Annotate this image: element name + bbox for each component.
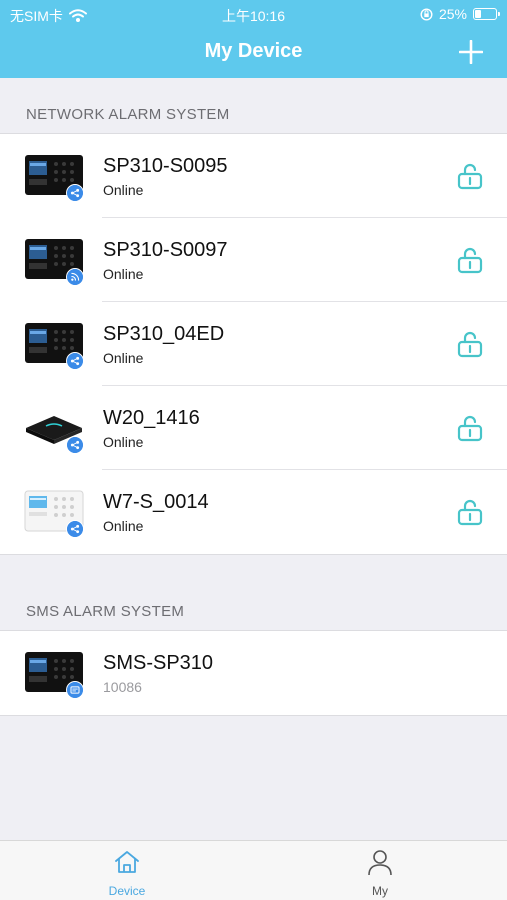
unlocked-icon[interactable] [455,413,485,443]
device-row[interactable]: SMS-SP310 10086 [0,631,507,715]
battery-icon [473,8,500,20]
unlocked-icon[interactable] [455,245,485,275]
unlocked-icon[interactable] [455,497,485,527]
device-row[interactable]: SP310-S0097 Online [0,218,507,302]
device-row[interactable]: SP310-S0095 Online [0,134,507,218]
share-icon [66,352,84,370]
status-bar: 无SIM卡 上午10:16 25% [0,0,507,28]
device-name: SP310-S0095 [103,155,228,177]
section-header-network: NETWORK ALARM SYSTEM [26,106,230,123]
device-name: SP310-S0097 [103,239,228,261]
home-icon [115,851,139,873]
device-phone-number: 10086 [103,679,142,695]
plus-icon[interactable] [459,40,483,64]
device-row[interactable]: W7-S_0014 Online [0,470,507,554]
page-title: My Device [204,40,303,62]
device-name: SMS-SP310 [103,652,214,674]
tab-my-label: My [372,884,388,898]
tab-my[interactable]: My [320,841,440,900]
device-status: Online [103,518,144,534]
device-status: Online [103,434,144,450]
device-status: Online [103,266,144,282]
network-device-list: SP310-S0095 Online SP310-S0097 Online SP… [0,133,507,555]
section-header-sms: SMS ALARM SYSTEM [26,603,185,620]
share-icon [66,520,84,538]
share-icon [66,436,84,454]
sms-device-list: SMS-SP310 10086 [0,630,507,716]
sms-icon [66,681,84,699]
tab-device-label: Device [108,884,146,898]
orientation-lock-icon [420,7,433,21]
device-status: Online [103,182,144,198]
status-right: 25% [420,6,500,22]
device-name: W7-S_0014 [103,491,209,513]
device-name: W20_1416 [103,407,200,429]
tab-bar: Device My [0,840,507,900]
tab-device[interactable]: Device [67,841,187,900]
nav-bar: My Device [0,28,507,78]
device-status: Online [103,350,144,366]
unlocked-icon[interactable] [455,161,485,191]
device-name: SP310_04ED [103,323,225,345]
wifi-icon [66,268,84,286]
device-row[interactable]: SP310_04ED Online [0,302,507,386]
unlocked-icon[interactable] [455,329,485,359]
share-icon [66,184,84,202]
battery-percent: 25% [438,6,467,22]
device-row[interactable]: W20_1416 Online [0,386,507,470]
user-icon [368,850,392,876]
